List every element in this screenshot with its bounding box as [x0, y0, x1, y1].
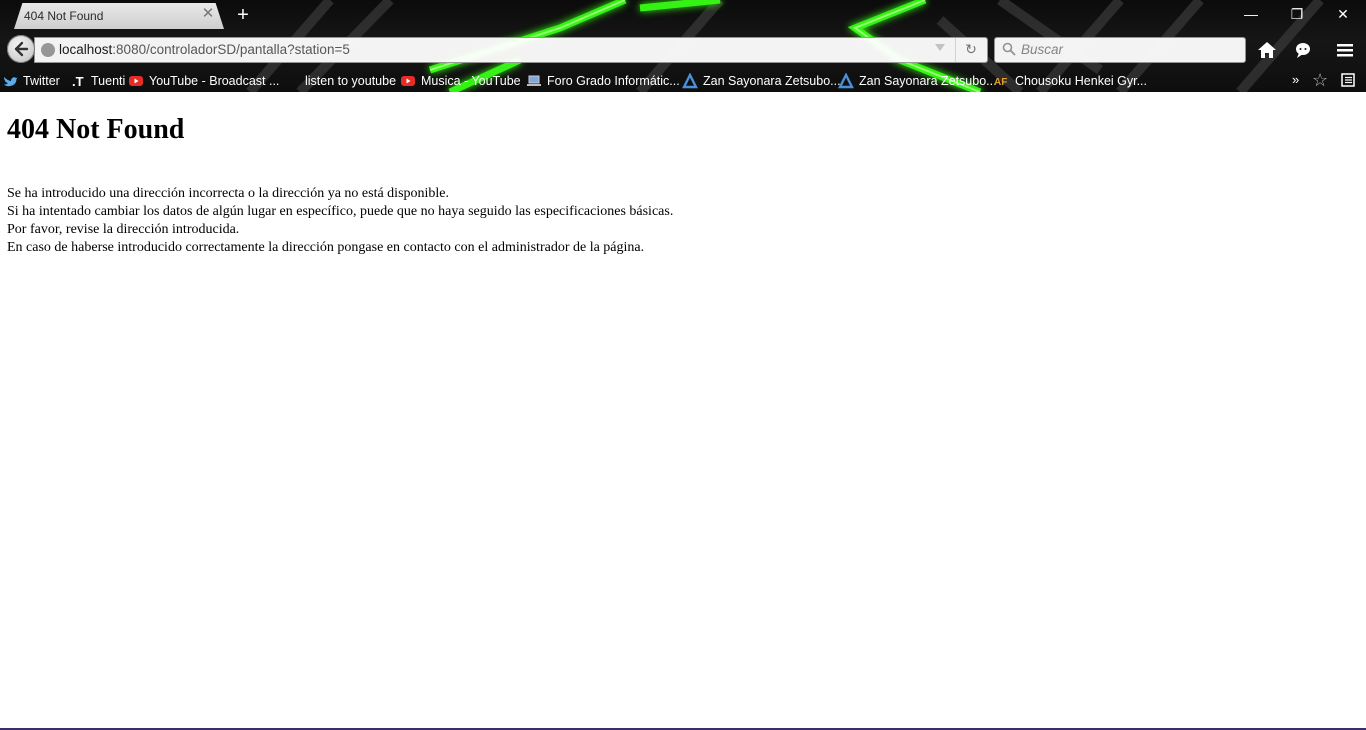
svg-text:AF: AF — [994, 77, 1007, 88]
minimize-button[interactable]: — — [1236, 4, 1266, 24]
bookmark-label: listen to youtube — [305, 74, 397, 88]
new-tab-button[interactable]: + — [234, 5, 252, 25]
bookmark-label: YouTube - Broadcast ... — [149, 74, 280, 88]
message-line: En caso de haberse introducido correctam… — [7, 240, 645, 255]
youtube-icon — [129, 76, 143, 86]
af-icon: AF — [994, 77, 1007, 88]
restore-button[interactable]: ❐ — [1282, 4, 1312, 24]
message-line: Por favor, revise la dirección introduci… — [7, 222, 240, 237]
back-button[interactable] — [7, 35, 35, 63]
bookmark-label: Chousoku Henkei Gyr... — [1015, 74, 1148, 88]
svg-text:.T: .T — [72, 74, 84, 89]
browser-chrome: 404 Not Found ✕ + — ❐ ✕ localhost:8080/c… — [0, 0, 1366, 92]
anime-a-icon — [838, 73, 854, 89]
bookmark-musica-youtube[interactable]: Musica - YouTube — [400, 73, 521, 89]
tuenti-icon: .T — [72, 74, 84, 89]
url-path: :8080/controladorSD/pantalla?station=5 — [112, 42, 350, 57]
bookmark-twitter[interactable]: Twitter — [2, 73, 60, 89]
bookmark-star-icon[interactable]: ☆ — [1312, 70, 1328, 91]
tab-title: 404 Not Found — [24, 9, 104, 23]
url-host: localhost — [59, 42, 113, 57]
url-text[interactable]: localhost:8080/controladorSD/pantalla?st… — [59, 42, 350, 57]
page-content: 404 Not Found Se ha introducido una dire… — [0, 92, 1366, 728]
bookmark-youtube-broadcast[interactable]: YouTube - Broadcast ... — [128, 73, 279, 89]
bookmark-label: Tuenti — [91, 74, 126, 88]
twitter-icon — [4, 77, 18, 87]
bookmark-label: Musica - YouTube — [421, 74, 521, 88]
back-arrow-icon — [14, 41, 29, 57]
url-bar[interactable]: localhost:8080/controladorSD/pantalla?st… — [34, 37, 988, 63]
reload-icon[interactable]: ↻ — [963, 41, 979, 57]
tab-close-icon[interactable]: ✕ — [200, 6, 216, 22]
youtube-icon — [401, 76, 415, 86]
bookmark-foro-grado[interactable]: Foro Grado Informátic... — [526, 73, 680, 89]
bookmark-label: Twitter — [23, 74, 60, 88]
bookmark-listen-to-youtube[interactable]: listen to youtube — [305, 73, 396, 89]
bookmark-label: Zan Sayonara Zetsubo... — [703, 74, 841, 88]
url-separator — [955, 38, 956, 62]
bookmarks-library-icon[interactable] — [1341, 73, 1355, 87]
search-placeholder: Buscar — [1021, 42, 1064, 57]
menu-icon[interactable] — [1333, 38, 1357, 62]
bookmark-zan-sayonara-2[interactable]: Zan Sayonara Zetsubo... — [838, 73, 997, 89]
url-dropdown-icon[interactable] — [935, 44, 945, 51]
tab-404-not-found[interactable]: 404 Not Found ✕ — [14, 3, 224, 29]
message-line: Si ha intentado cambiar los datos de alg… — [7, 204, 674, 219]
error-message: Se ha introducido una dirección incorrec… — [7, 185, 673, 257]
globe-icon — [41, 43, 55, 57]
search-icon — [1002, 42, 1016, 56]
laptop-icon — [527, 75, 541, 86]
message-line: Se ha introducido una dirección incorrec… — [7, 186, 450, 201]
close-window-button[interactable]: ✕ — [1328, 4, 1358, 24]
chat-icon[interactable] — [1291, 38, 1315, 62]
anime-a-icon — [682, 73, 698, 89]
search-bar[interactable]: Buscar — [994, 37, 1246, 63]
bookmark-zan-sayonara-1[interactable]: Zan Sayonara Zetsubo... — [682, 73, 841, 89]
bookmark-label: Zan Sayonara Zetsubo... — [859, 74, 997, 88]
home-icon[interactable] — [1255, 38, 1279, 62]
bookmark-label: Foro Grado Informátic... — [547, 74, 680, 88]
bookmark-chousoku-henkei[interactable]: AF Chousoku Henkei Gyr... — [994, 73, 1147, 89]
bookmarks-overflow-icon[interactable]: » — [1292, 72, 1299, 87]
bookmark-tuenti[interactable]: .T Tuenti — [70, 73, 125, 89]
page-title: 404 Not Found — [7, 114, 185, 145]
